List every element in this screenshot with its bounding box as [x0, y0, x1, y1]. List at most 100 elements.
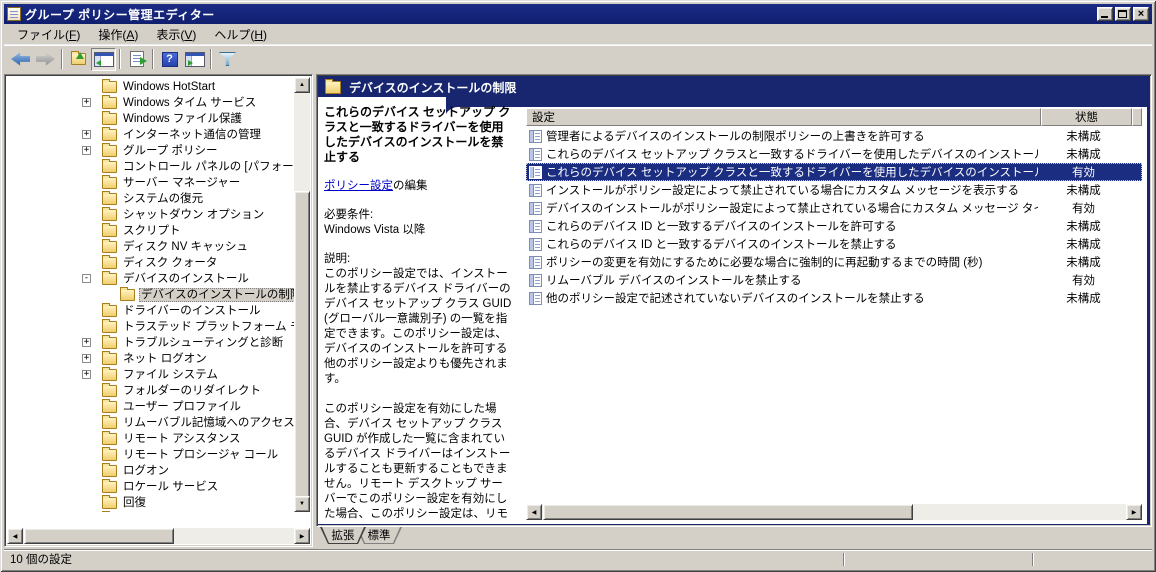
folder-icon — [102, 159, 117, 173]
tree-item[interactable]: ユーザー プロファイル — [7, 399, 294, 415]
tree-expander[interactable]: + — [82, 354, 91, 363]
tree-item[interactable]: 回復 — [7, 495, 294, 511]
status-bar: 10 個の設定 — [4, 549, 1152, 568]
folder-icon — [102, 447, 117, 461]
forward-button[interactable] — [33, 48, 58, 71]
tree-item[interactable]: + インターネット通信の管理 — [7, 127, 294, 143]
menu-item[interactable]: 操作(A) — [89, 24, 147, 45]
menu-item[interactable]: ファイル(F) — [8, 24, 89, 45]
filter-button[interactable] — [215, 48, 240, 71]
tree-item[interactable]: + ネット ログオン — [7, 351, 294, 367]
policy-setting-edit-link[interactable]: ポリシー設定 — [324, 180, 393, 192]
table-row[interactable]: インストールがポリシー設定によって禁止されている場合にカスタム メッセージを表示… — [526, 181, 1142, 199]
list-horizontal-scrollbar[interactable]: ◀ ▶ — [526, 504, 1142, 520]
tree-item[interactable]: ドライバーのインストール — [7, 303, 294, 319]
minimize-icon — [1101, 16, 1108, 18]
settings-list: 設定 状態 管理者によるデバイスのインストールの制限ポリシーの上書きを許可する … — [526, 108, 1142, 506]
table-row[interactable]: 管理者によるデバイスのインストールの制限ポリシーの上書きを許可する 未構成 — [526, 127, 1142, 145]
tree-item[interactable]: フォルダーのリダイレクト — [7, 383, 294, 399]
back-button[interactable] — [8, 48, 33, 71]
tree-item-label: インターネット通信の管理 — [123, 129, 261, 141]
scroll-up-button[interactable]: ▲ — [294, 77, 310, 93]
tree-item[interactable]: + ファイル システム — [7, 367, 294, 383]
tree-item[interactable]: リモート プロシージャ コール — [7, 447, 294, 463]
tree-item[interactable]: リモート アシスタンス — [7, 431, 294, 447]
close-button[interactable]: × — [1133, 7, 1149, 21]
table-row[interactable]: リムーバブル デバイスのインストールを禁止する 有効 — [526, 271, 1142, 289]
column-header-setting[interactable]: 設定 — [526, 108, 1041, 126]
setting-cell: 管理者によるデバイスのインストールの制限ポリシーの上書きを許可する — [546, 131, 925, 143]
tree-item[interactable]: ディスク クォータ — [7, 255, 294, 271]
column-header-state[interactable]: 状態 — [1041, 108, 1132, 126]
tree-item[interactable]: 拡張記憶域へのアクセス — [7, 511, 294, 512]
table-row[interactable]: これらのデバイス セットアップ クラスと一致するドライバーを使用したデバイスのイ… — [526, 163, 1142, 181]
tree-expander[interactable]: - — [82, 274, 91, 283]
tree-item[interactable]: コントロール パネルの [パフォーマンス — [7, 159, 294, 175]
export-list-button[interactable] — [124, 48, 149, 71]
scroll-right-button[interactable]: ▶ — [294, 528, 310, 544]
tree-expander[interactable]: + — [82, 370, 91, 379]
tree-item[interactable]: デバイスのインストールの制限 — [7, 287, 294, 303]
scroll-down-button[interactable]: ▼ — [294, 496, 310, 512]
tree-vscroll-thumb[interactable] — [294, 191, 310, 507]
maximize-button[interactable] — [1115, 7, 1131, 21]
tree-item-label: デバイスのインストール — [123, 273, 249, 285]
tree-item[interactable]: + グループ ポリシー — [7, 143, 294, 159]
tree-item[interactable]: Windows HotStart — [7, 79, 294, 95]
tree-item[interactable]: - デバイスのインストール — [7, 271, 294, 287]
result-pane-header: デバイスのインストールの制限 — [325, 79, 516, 96]
tree-item[interactable]: + Windows タイム サービス — [7, 95, 294, 111]
extended-view-button[interactable] — [182, 48, 207, 71]
scroll-left-button[interactable]: ◀ — [526, 504, 542, 520]
tree-item[interactable]: シャットダウン オプション — [7, 207, 294, 223]
tree-item[interactable]: ロケール サービス — [7, 479, 294, 495]
folder-icon — [102, 303, 117, 317]
show-console-tree-button[interactable] — [91, 47, 116, 71]
tree-expander[interactable]: + — [82, 146, 91, 155]
tree-item[interactable]: トラステッド プラットフォーム モジュール — [7, 319, 294, 335]
state-cell: 有効 — [1072, 167, 1095, 179]
tree-item[interactable]: ログオン — [7, 463, 294, 479]
tree-vertical-scrollbar[interactable]: ▲ ▼ — [294, 77, 310, 512]
tree-item[interactable]: ディスク NV キャッシュ — [7, 239, 294, 255]
extended-view-icon — [184, 51, 205, 67]
tree-expander[interactable]: + — [82, 98, 91, 107]
scroll-left-button[interactable]: ◀ — [7, 528, 23, 544]
tree-item[interactable]: Windows ファイル保護 — [7, 111, 294, 127]
menu-item[interactable]: ヘルプ(H) — [205, 24, 276, 45]
folder-icon — [102, 143, 117, 157]
close-icon: × — [1137, 8, 1145, 20]
minimize-button[interactable] — [1097, 7, 1113, 21]
tree-expander[interactable]: + — [82, 130, 91, 139]
toolbar-separator — [119, 49, 121, 69]
list-hscroll-thumb[interactable] — [543, 504, 913, 520]
tree-item[interactable]: システムの復元 — [7, 191, 294, 207]
table-row[interactable]: ポリシーの変更を有効にするために必要な場合に強制的に再起動するまでの時間 (秒)… — [526, 253, 1142, 271]
tree-item[interactable]: スクリプト — [7, 223, 294, 239]
menu-item[interactable]: 表示(V) — [147, 24, 205, 45]
up-one-level-icon — [71, 51, 86, 65]
table-row[interactable]: デバイスのインストールがポリシー設定によって禁止されている場合にカスタム メッセ… — [526, 199, 1142, 217]
help-icon: ? — [161, 51, 178, 67]
tree-item[interactable]: + トラブルシューティングと診断 — [7, 335, 294, 351]
folder-icon — [102, 111, 117, 125]
tree-item-label: トラブルシューティングと診断 — [123, 337, 284, 349]
tree-item[interactable]: サーバー マネージャー — [7, 175, 294, 191]
toolbar-separator — [61, 49, 63, 69]
view-tab[interactable]: 拡張 — [320, 527, 366, 544]
help-button[interactable]: ? — [157, 48, 182, 71]
table-row[interactable]: これらのデバイス ID と一致するデバイスのインストールを許可する 未構成 — [526, 217, 1142, 235]
scroll-right-button[interactable]: ▶ — [1126, 504, 1142, 520]
tree-item-label: シャットダウン オプション — [123, 209, 265, 221]
tree-hscroll-thumb[interactable] — [24, 528, 174, 544]
up-one-level-button[interactable] — [66, 48, 91, 71]
table-row[interactable]: これらのデバイス ID と一致するデバイスのインストールを禁止する 未構成 — [526, 235, 1142, 253]
tree-item-label: デバイスのインストールの制限 — [139, 288, 294, 302]
table-row[interactable]: これらのデバイス セットアップ クラスと一致するドライバーを使用したデバイスのイ… — [526, 145, 1142, 163]
tree-item[interactable]: リムーバブル記憶域へのアクセス — [7, 415, 294, 431]
title-bar[interactable]: グループ ポリシー管理エディター × — [4, 4, 1152, 24]
tree-expander[interactable]: + — [82, 338, 91, 347]
tree-horizontal-scrollbar[interactable]: ◀ ▶ — [7, 528, 310, 544]
table-row[interactable]: 他のポリシー設定で記述されていないデバイスのインストールを禁止する 未構成 — [526, 289, 1142, 307]
column-header-stub — [1132, 108, 1142, 126]
